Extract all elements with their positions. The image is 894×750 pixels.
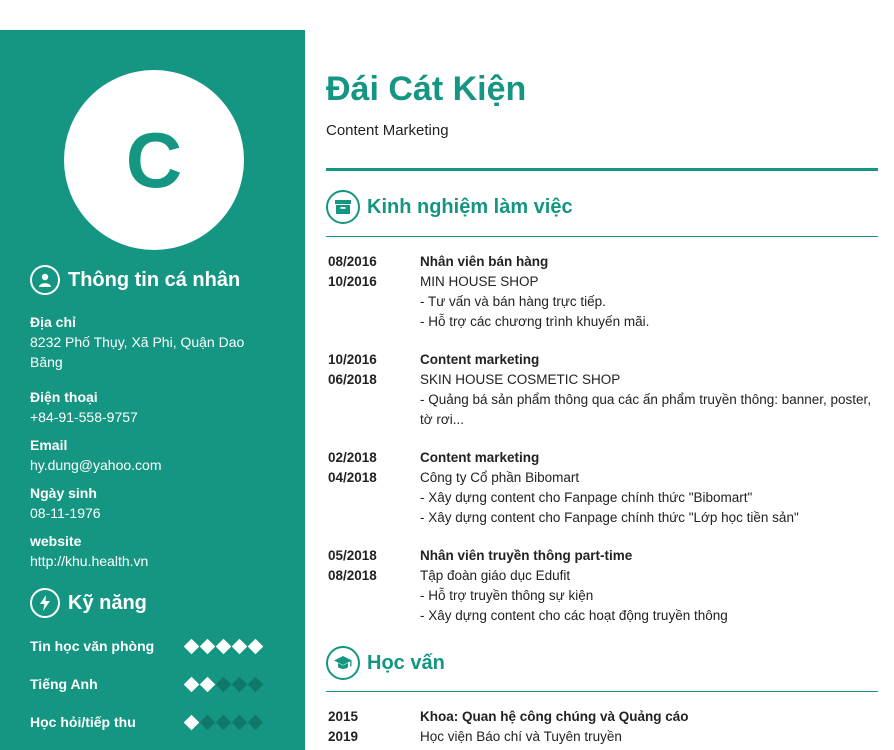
address-value: 8232 Phố Thụy, Xã Phi, Quận Dao Băng [30,334,245,370]
entry-dates: 05/2018 08/2018 [328,546,408,586]
end-date: 2019 [328,729,359,744]
rating-diamond-empty [231,676,248,692]
rating-diamond-empty [247,714,264,730]
company-name: MIN HOUSE SHOP [420,274,539,289]
position-title: Nhân viên truyền thông part-time [420,548,633,563]
detail-line: - Hỗ trợ các chương trình khuyến mãi. [420,314,650,329]
end-date: 10/2016 [328,274,377,289]
position-title: Content marketing [420,352,540,367]
entry-dates: 08/2016 10/2016 [328,252,408,292]
email-block: Email hy.dung@yahoo.com [30,435,270,475]
sidebar: C Thông tin cá nhân Địa chỉ 8232 Phố Thụ… [0,30,305,750]
entry-dates: 02/2018 04/2018 [328,448,408,488]
website-value[interactable]: http://khu.health.vn [30,551,270,571]
detail-line: - Quảng bá sản phẩm thông qua các ấn phẩ… [420,392,872,427]
entry-body: Nhân viên truyền thông part-time Tập đoà… [420,546,878,626]
avatar: C [64,70,244,250]
phone-label: Điện thoại [30,389,98,405]
rating-diamond-empty [215,714,232,730]
personal-info-title: Thông tin cá nhân [68,268,241,291]
email-label: Email [30,437,68,453]
end-date: 06/2018 [328,372,377,387]
education-divider [326,691,878,692]
company-name: Công ty Cổ phần Bibomart [420,470,580,485]
rating-diamond-filled [199,676,216,692]
address-label: Địa chỉ [30,314,76,330]
position-title: Content marketing [420,450,540,465]
lightning-icon [30,588,60,618]
website-block: website http://khu.health.vn [30,531,270,571]
entry-dates: 10/2016 06/2018 [328,350,408,390]
detail-line: - Xây dựng content cho các hoạt động tru… [420,608,728,623]
rating-diamond-filled [231,638,248,654]
candidate-name: Đái Cát Kiện [326,70,527,108]
email-value: hy.dung@yahoo.com [30,457,162,473]
company-name: Tập đoàn giáo dục Edufit [420,568,571,583]
entry-body: Content marketing Công ty Cổ phần Biboma… [420,448,878,528]
phone-value: +84-91-558-9757 [30,409,138,425]
entry-body: Content marketing SKIN HOUSE COSMETIC SH… [420,350,878,430]
education-heading: Học vấn [326,646,445,680]
entry-body: Khoa: Quan hệ công chúng và Quảng cáo Họ… [420,707,878,747]
birthday-label: Ngày sinh [30,485,97,501]
website-label: website [30,533,82,549]
company-name: SKIN HOUSE COSMETIC SHOP [420,372,621,387]
education-title: Học vấn [367,651,445,674]
detail-line: - Tư vấn và bán hàng trực tiếp. [420,294,606,309]
graduation-cap-icon [326,646,360,680]
detail-line: - Hỗ trợ truyền thông sự kiện [420,588,594,603]
avatar-initial: C [125,115,183,204]
detail-line: - Xây dựng content cho Fanpage chính thứ… [420,490,753,505]
phone-block: Điện thoại +84-91-558-9757 [30,387,270,427]
school-name: Học viện Báo chí và Tuyên truyền [420,729,622,744]
entry-body: Nhân viên bán hàng MIN HOUSE SHOP - Tư v… [420,252,878,332]
detail-line: - Xây dựng content cho Fanpage chính thứ… [420,510,799,525]
experience-heading: Kinh nghiệm làm việc [326,190,573,224]
skill-rating [183,676,266,692]
skills-heading: Kỹ năng [30,588,147,618]
person-icon [30,265,60,295]
personal-info-heading: Thông tin cá nhân [30,265,240,295]
start-date: 2015 [328,709,359,724]
position-title: Nhân viên bán hàng [420,254,549,269]
end-date: 04/2018 [328,470,377,485]
skill-rating [183,638,266,654]
birthday-block: Ngày sinh 08-11-1976 [30,483,270,523]
start-date: 10/2016 [328,352,377,367]
rating-diamond-empty [247,676,264,692]
rating-diamond-filled [215,638,232,654]
skill-row: Tin học văn phòng [30,638,280,654]
start-date: 05/2018 [328,548,377,563]
rating-diamond-filled [247,638,264,654]
rating-diamond-empty [231,714,248,730]
entry-dates: 2015 2019 [328,707,408,747]
start-date: 08/2016 [328,254,377,269]
skill-row: Học hỏi/tiếp thu [30,714,280,730]
experience-divider [326,236,878,237]
rating-diamond-filled [183,676,200,692]
degree-title: Khoa: Quan hệ công chúng và Quảng cáo [420,709,689,724]
address-block: Địa chỉ 8232 Phố Thụy, Xã Phi, Quận Dao … [30,312,270,372]
rating-diamond-filled [183,638,200,654]
skill-row: Tiếng Anh [30,676,280,692]
rating-diamond-empty [215,676,232,692]
rating-diamond-filled [199,638,216,654]
archive-box-icon [326,190,360,224]
rating-diamond-empty [199,714,216,730]
birthday-value: 08-11-1976 [30,505,101,521]
header-divider [326,168,878,171]
skills-title: Kỹ năng [68,591,147,614]
skill-rating [183,714,266,730]
rating-diamond-filled [183,714,200,730]
end-date: 08/2018 [328,568,377,583]
skill-name: Tiếng Anh [30,676,98,692]
candidate-role: Content Marketing [326,122,449,139]
experience-title: Kinh nghiệm làm việc [367,195,573,218]
skill-name: Học hỏi/tiếp thu [30,714,136,730]
skill-name: Tin học văn phòng [30,638,155,654]
start-date: 02/2018 [328,450,377,465]
